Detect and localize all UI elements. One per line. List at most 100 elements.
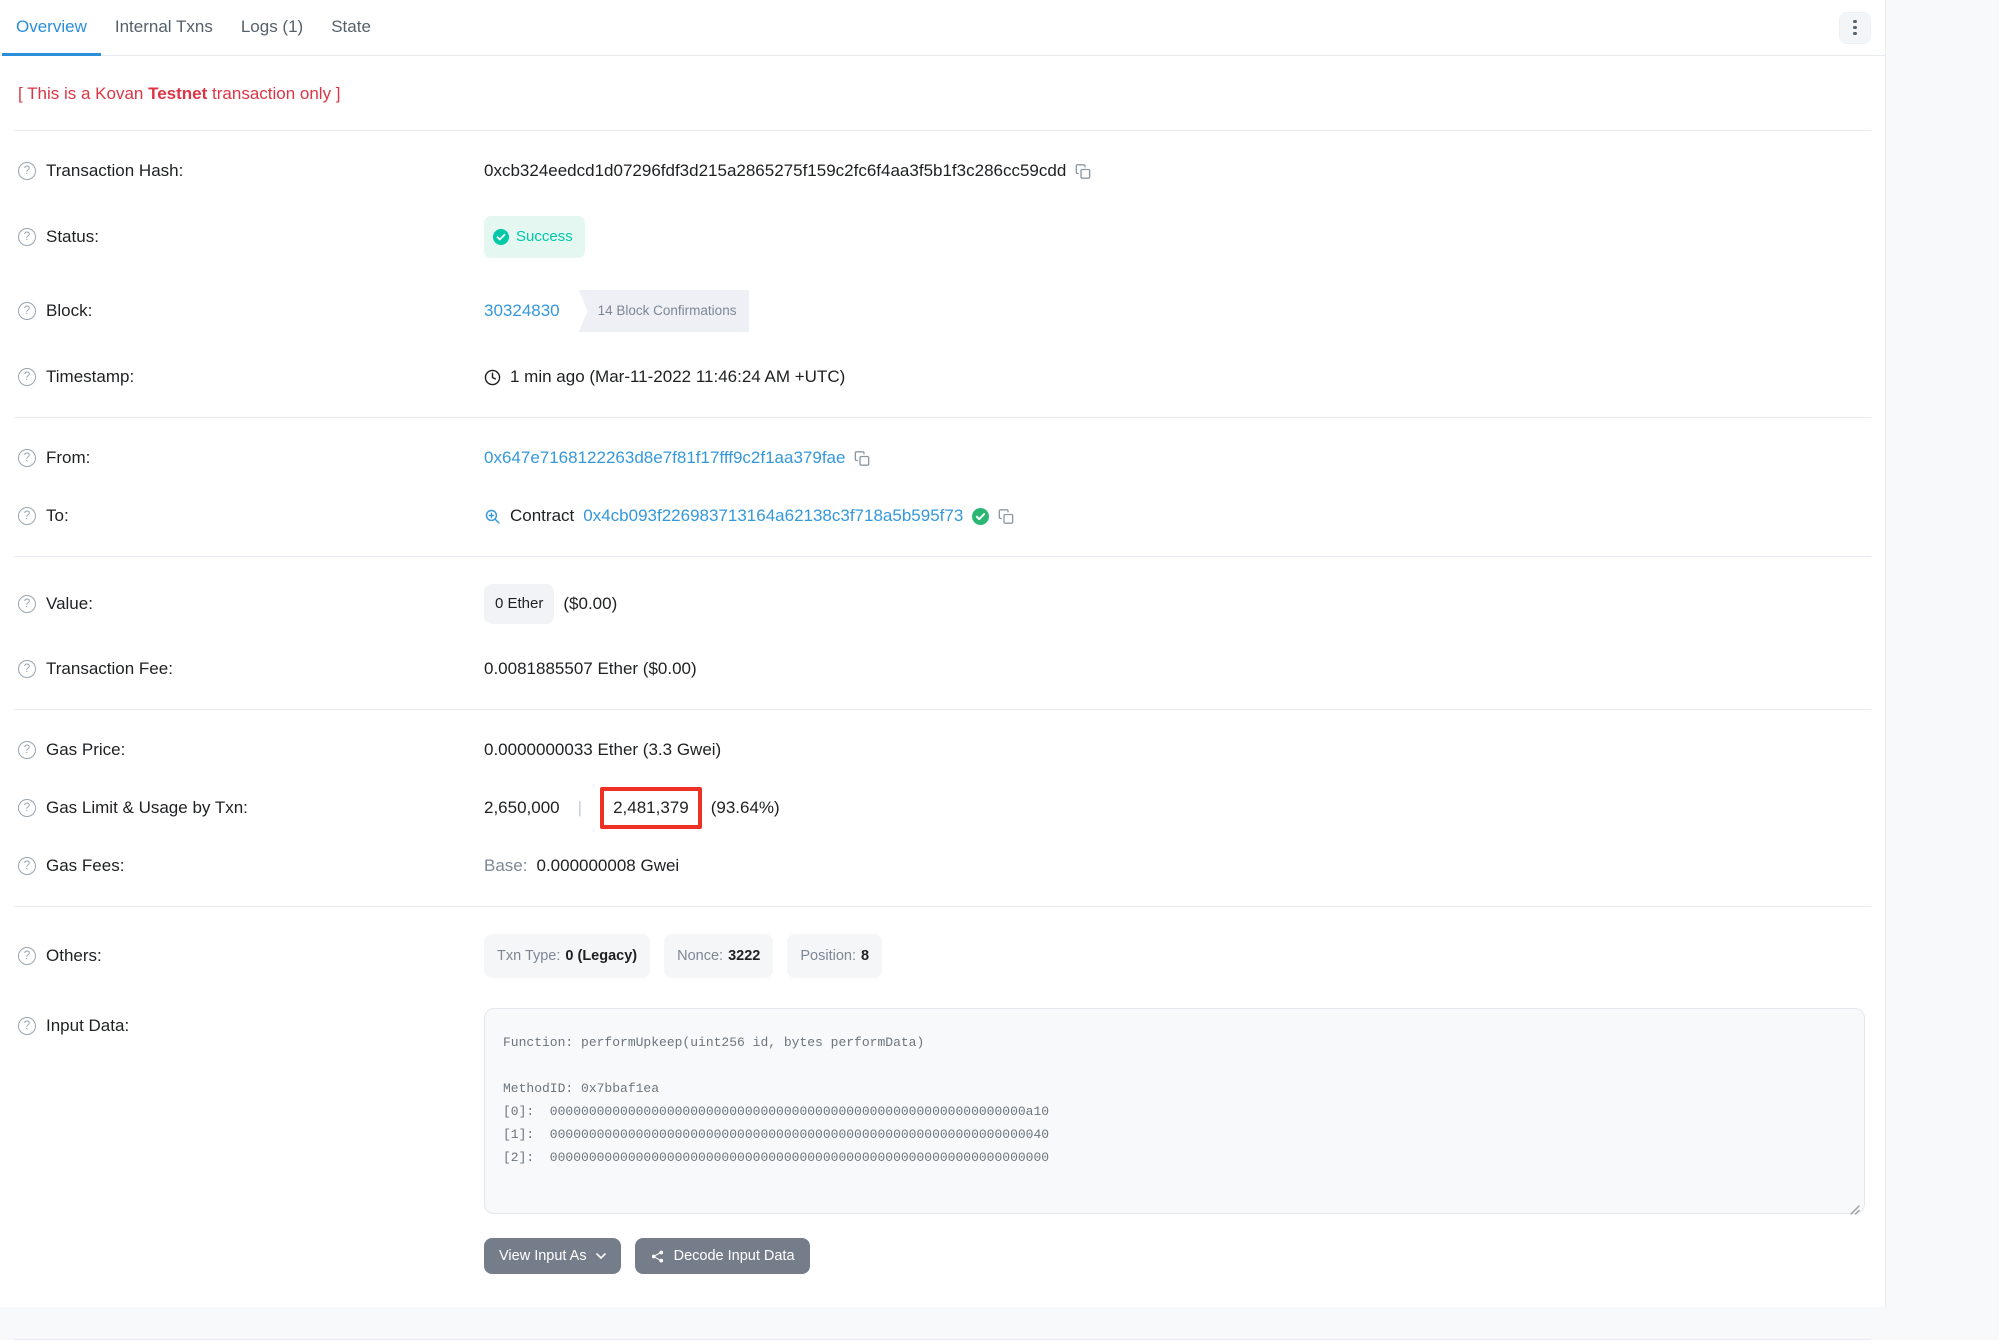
help-icon[interactable]: ? [18, 507, 36, 525]
to-contract-link[interactable]: 0x4cb093f226983713164a62138c3f718a5b595f… [583, 503, 963, 529]
badge-value: 8 [861, 943, 869, 969]
pipe-separator: | [578, 795, 582, 821]
base-fee-value: 0.000000008 Gwei [536, 853, 679, 879]
help-icon[interactable]: ? [18, 228, 36, 246]
copy-icon[interactable] [854, 450, 870, 467]
decode-input-data-button[interactable]: Decode Input Data [635, 1238, 810, 1274]
help-icon[interactable]: ? [18, 595, 36, 613]
magnifier-plus-icon [484, 508, 501, 525]
block-link[interactable]: 30324830 [484, 298, 560, 324]
section-addresses: ? From: 0x647e7168122263d8e7f81f17fff9c2… [0, 418, 1885, 556]
row-transaction-hash: ? Transaction Hash: 0xcb324eedcd1d07296f… [0, 142, 1885, 200]
chevron-down-icon [596, 1253, 606, 1260]
help-icon[interactable]: ? [18, 741, 36, 759]
transaction-hash-value: 0xcb324eedcd1d07296fdf3d215a2865275f159c… [484, 158, 1066, 184]
tab-bar: Overview Internal Txns Logs (1) State [0, 0, 1885, 56]
row-label: Transaction Hash: [46, 158, 183, 184]
value-usd: ($0.00) [563, 591, 617, 617]
kebab-dot-icon [1853, 20, 1857, 24]
row-label: Status: [46, 224, 99, 250]
gas-price-value: 0.0000000033 Ether (3.3 Gwei) [484, 737, 721, 763]
row-label: Others: [46, 943, 102, 969]
gas-used-value: 2,481,379 [613, 798, 689, 817]
help-icon[interactable]: ? [18, 368, 36, 386]
position-badge: Position: 8 [787, 934, 882, 978]
copy-icon[interactable] [1075, 163, 1091, 180]
badge-key: Nonce: [677, 943, 723, 969]
help-icon[interactable]: ? [18, 857, 36, 875]
badge-key: Position: [800, 943, 856, 969]
section-gas: ? Gas Price: 0.0000000033 Ether (3.3 Gwe… [0, 710, 1885, 906]
help-icon[interactable]: ? [18, 1017, 36, 1035]
gas-used-percent: (93.64%) [711, 795, 780, 821]
notice-text: [ This is a Kovan [18, 84, 148, 103]
timestamp-value: 1 min ago (Mar-11-2022 11:46:24 AM +UTC) [510, 364, 845, 390]
row-label: Value: [46, 591, 93, 617]
row-timestamp: ? Timestamp: 1 min ago (Mar-11-2022 11:4… [0, 348, 1885, 406]
copy-icon[interactable] [998, 508, 1014, 525]
row-status: ? Status: Success [0, 200, 1885, 274]
help-icon[interactable]: ? [18, 660, 36, 678]
nonce-badge: Nonce: 3222 [664, 934, 773, 978]
tab-internal-txns[interactable]: Internal Txns [101, 0, 227, 56]
section-value: ? Value: 0 Ether ($0.00) ? Transaction F… [0, 557, 1885, 709]
transaction-fee-value: 0.0081885507 Ether ($0.00) [484, 656, 697, 682]
badge-value: 3222 [728, 943, 760, 969]
section-summary: ? Transaction Hash: 0xcb324eedcd1d07296f… [0, 131, 1885, 417]
more-options-button[interactable] [1839, 12, 1871, 44]
status-text: Success [516, 224, 573, 250]
row-label: Gas Price: [46, 737, 125, 763]
help-icon[interactable]: ? [18, 162, 36, 180]
help-icon[interactable]: ? [18, 799, 36, 817]
tab-logs[interactable]: Logs (1) [227, 0, 317, 56]
to-kind-label: Contract [510, 503, 574, 529]
input-data-textarea[interactable]: Function: performUpkeep(uint256 id, byte… [484, 1008, 1865, 1214]
help-icon[interactable]: ? [18, 947, 36, 965]
tab-overview[interactable]: Overview [2, 0, 101, 56]
badge-key: Txn Type: [497, 943, 560, 969]
row-gas-limit-usage: ? Gas Limit & Usage by Txn: 2,650,000 | … [0, 779, 1885, 837]
status-badge: Success [484, 216, 585, 258]
help-icon[interactable]: ? [18, 302, 36, 320]
row-label: Transaction Fee: [46, 656, 173, 682]
row-block: ? Block: 30324830 14 Block Confirmations [0, 274, 1885, 348]
tab-state[interactable]: State [317, 0, 385, 56]
row-label: From: [46, 445, 90, 471]
row-label: To: [46, 503, 69, 529]
row-input-data: ? Input Data: Function: performUpkeep(ui… [0, 994, 1885, 1290]
gas-limit-value: 2,650,000 [484, 795, 560, 821]
row-others: ? Others: Txn Type: 0 (Legacy) Nonce: 32… [0, 918, 1885, 994]
row-gas-price: ? Gas Price: 0.0000000033 Ether (3.3 Gwe… [0, 721, 1885, 779]
check-circle-icon [493, 229, 509, 245]
row-label: Block: [46, 298, 92, 324]
value-badge: 0 Ether [484, 584, 554, 624]
button-label: Decode Input Data [674, 1248, 795, 1264]
row-label: Gas Limit & Usage by Txn: [46, 795, 248, 821]
row-gas-fees: ? Gas Fees: Base: 0.000000008 Gwei [0, 837, 1885, 895]
kebab-dot-icon [1853, 32, 1857, 36]
decode-icon [650, 1249, 665, 1264]
row-from: ? From: 0x647e7168122263d8e7f81f17fff9c2… [0, 429, 1885, 487]
red-annotation-box: 2,481,379 [600, 787, 702, 829]
clock-icon [484, 369, 501, 386]
notice-text: transaction only ] [207, 84, 340, 103]
view-input-as-button[interactable]: View Input As [484, 1238, 621, 1274]
input-data-actions: View Input As Decode Input Data [484, 1238, 1865, 1274]
from-address-link[interactable]: 0x647e7168122263d8e7f81f17fff9c2f1aa379f… [484, 445, 845, 471]
row-label: Timestamp: [46, 364, 134, 390]
notice-bold: Testnet [148, 84, 207, 103]
row-transaction-fee: ? Transaction Fee: 0.0081885507 Ether ($… [0, 640, 1885, 698]
row-label: Input Data: [46, 1013, 129, 1039]
base-fee-label: Base: [484, 853, 527, 879]
help-icon[interactable]: ? [18, 449, 36, 467]
button-label: View Input As [499, 1248, 587, 1264]
kebab-dot-icon [1853, 26, 1857, 30]
row-value: ? Value: 0 Ether ($0.00) [0, 568, 1885, 640]
block-confirmations-badge: 14 Block Confirmations [579, 290, 750, 332]
section-others: ? Others: Txn Type: 0 (Legacy) Nonce: 32… [0, 907, 1885, 1301]
badge-value: 0 (Legacy) [565, 943, 637, 969]
verified-check-icon [972, 508, 989, 525]
txn-type-badge: Txn Type: 0 (Legacy) [484, 934, 650, 978]
row-label: Gas Fees: [46, 853, 124, 879]
transaction-overview-card: Overview Internal Txns Logs (1) State [ … [0, 0, 1886, 1307]
